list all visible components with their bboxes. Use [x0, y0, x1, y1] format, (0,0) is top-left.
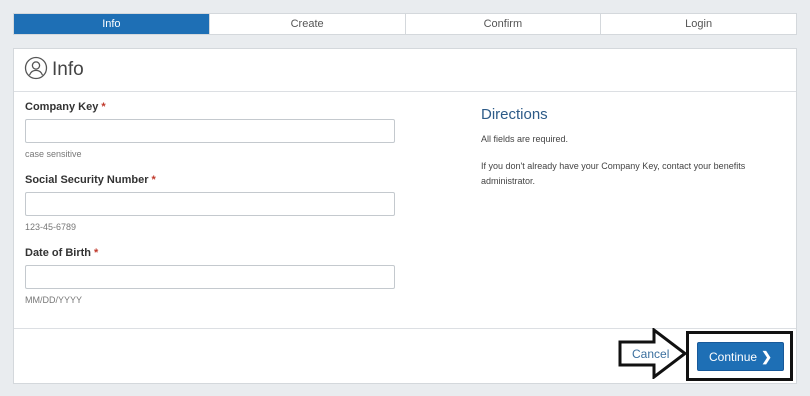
chevron-right-icon: ❯ — [761, 348, 772, 364]
directions-line-2: If you don't already have your Company K… — [481, 161, 746, 186]
dob-label: Date of Birth * — [25, 247, 99, 259]
ssn-hint: 123-45-6789 — [25, 222, 77, 232]
directions-title: Directions — [481, 106, 548, 123]
step-create[interactable]: Create — [208, 14, 405, 34]
company-key-input[interactable] — [25, 119, 395, 143]
company-key-hint: case sensitive — [25, 149, 82, 159]
required-mark: * — [101, 101, 106, 113]
directions-section: Directions All fields are required. If y… — [481, 106, 786, 189]
user-circle-icon — [24, 56, 48, 85]
ssn-group: Social Security Number * 123-45-6789 — [25, 174, 397, 232]
step-confirm[interactable]: Confirm — [404, 14, 601, 34]
panel-header: Info — [14, 49, 796, 92]
cancel-arrow-annotation: Cancel — [618, 328, 688, 379]
wizard-steps: Info Create Confirm Login — [13, 13, 797, 35]
continue-highlight-box: Continue ❯ — [686, 331, 793, 381]
continue-button[interactable]: Continue ❯ — [697, 342, 784, 371]
ssn-label: Social Security Number * — [25, 174, 156, 186]
dob-group: Date of Birth * MM/DD/YYYY — [25, 247, 397, 305]
company-key-label: Company Key * — [25, 101, 106, 113]
step-login[interactable]: Login — [600, 14, 796, 34]
required-mark: * — [151, 174, 156, 186]
cancel-button[interactable]: Cancel — [632, 347, 669, 361]
step-info[interactable]: Info — [14, 14, 209, 34]
dob-input[interactable] — [25, 265, 395, 289]
dob-hint: MM/DD/YYYY — [25, 295, 83, 305]
directions-line-1: All fields are required. — [481, 134, 569, 144]
ssn-input[interactable] — [25, 192, 395, 216]
company-key-group: Company Key * case sensitive — [25, 101, 397, 159]
panel-title: Info — [52, 59, 84, 80]
continue-label: Continue — [709, 349, 758, 364]
required-mark: * — [94, 247, 99, 259]
